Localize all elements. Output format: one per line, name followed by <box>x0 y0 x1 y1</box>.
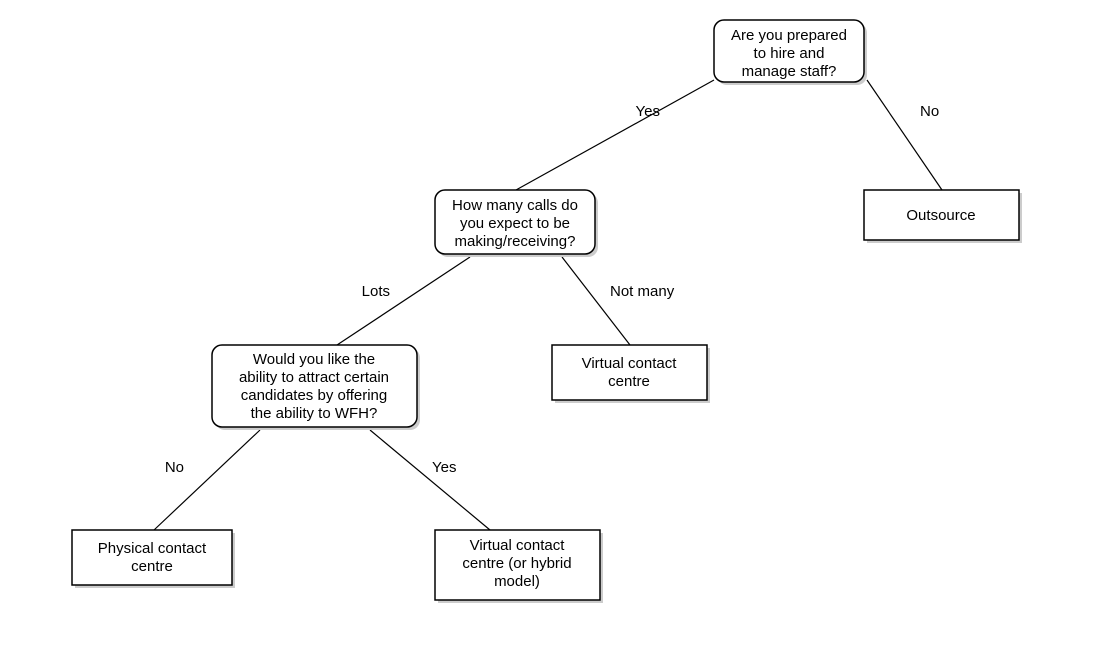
edge-q3-yes <box>370 430 490 530</box>
node-q1-line3: manage staff? <box>742 63 837 80</box>
edge-q2-notmany <box>562 257 630 345</box>
edge-label-q3-no: No <box>165 459 184 476</box>
node-q2-line2: you expect to be <box>460 215 570 232</box>
node-q2-line1: How many calls do <box>452 197 578 214</box>
node-physical: Physical contact centre <box>72 530 235 588</box>
node-q3: Would you like the ability to attract ce… <box>212 345 420 430</box>
node-q3-line4: the ability to WFH? <box>251 405 378 422</box>
node-physical-line2: centre <box>131 558 173 575</box>
node-q1-line1: Are you prepared <box>731 27 847 44</box>
node-q1: Are you prepared to hire and manage staf… <box>714 20 867 85</box>
edge-label-q1-no: No <box>920 103 939 120</box>
edge-label-q3-yes: Yes <box>432 459 456 476</box>
node-q2: How many calls do you expect to be makin… <box>435 190 598 257</box>
node-q2-line3: making/receiving? <box>455 233 576 250</box>
node-q1-line2: to hire and <box>754 45 825 62</box>
node-hybrid: Virtual contact centre (or hybrid model) <box>435 530 603 603</box>
decision-tree-diagram: Yes No Lots Not many No Yes Are you prep… <box>0 0 1093 670</box>
node-outsource-line1: Outsource <box>906 207 975 224</box>
node-hybrid-line3: model) <box>494 573 540 590</box>
edge-q3-no <box>154 430 260 530</box>
node-q3-line1: Would you like the <box>253 351 375 368</box>
edge-q1-no <box>867 80 942 190</box>
node-q3-line2: ability to attract certain <box>239 369 389 386</box>
node-q3-line3: candidates by offering <box>241 387 388 404</box>
node-hybrid-line2: centre (or hybrid <box>462 555 571 572</box>
node-outsource: Outsource <box>864 190 1022 243</box>
edge-label-q1-yes: Yes <box>636 103 660 120</box>
edge-q2-lots <box>337 257 470 345</box>
edge-q1-yes <box>516 80 714 190</box>
node-virtual: Virtual contact centre <box>552 345 710 403</box>
node-virtual-line1: Virtual contact <box>582 355 678 372</box>
edge-label-q2-lots: Lots <box>362 283 390 300</box>
node-hybrid-line1: Virtual contact <box>470 537 566 554</box>
edge-label-q2-notmany: Not many <box>610 283 675 300</box>
node-virtual-line2: centre <box>608 373 650 390</box>
node-physical-line1: Physical contact <box>98 540 207 557</box>
